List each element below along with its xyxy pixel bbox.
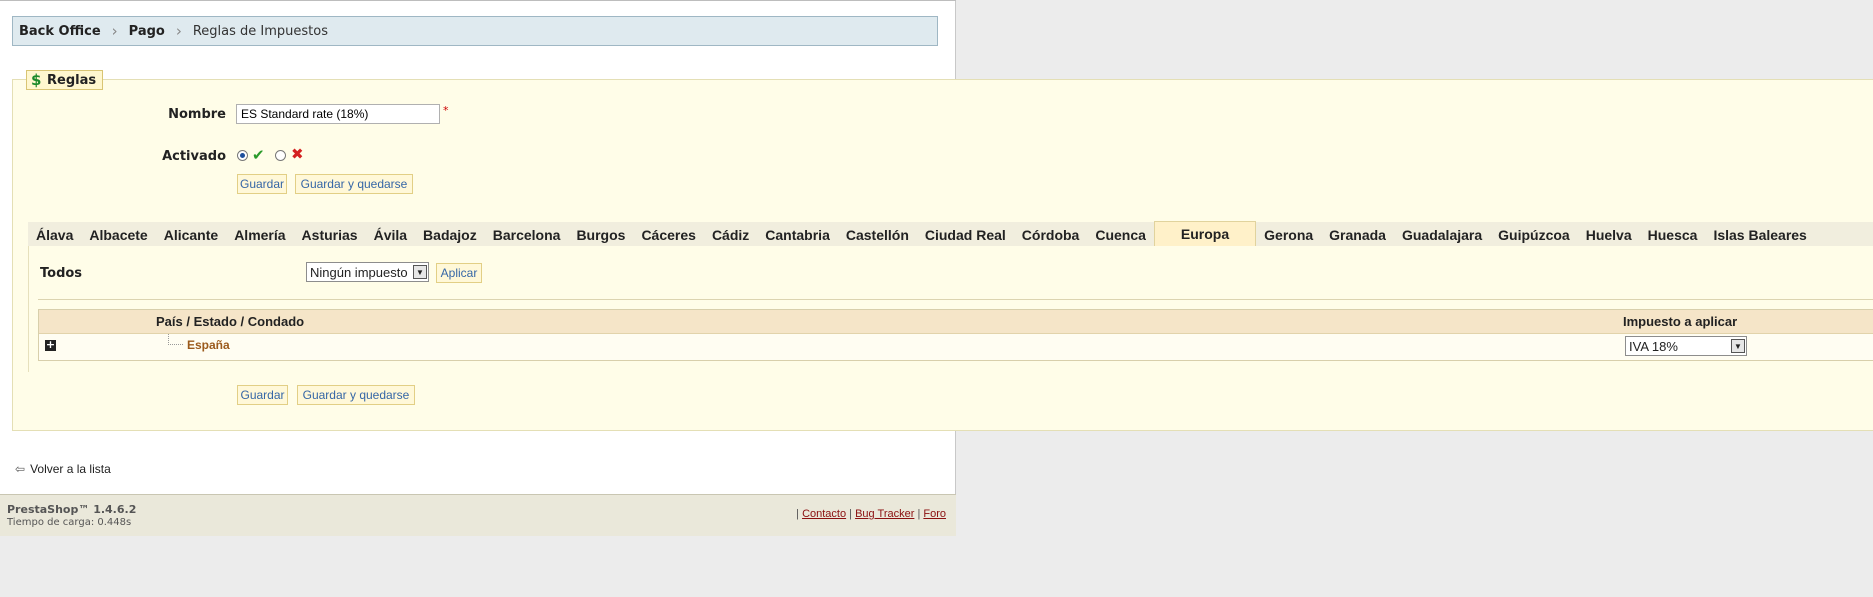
tab-cadiz[interactable]: Cádiz: [704, 223, 757, 246]
tab-badajoz[interactable]: Badajoz: [415, 223, 485, 246]
chevron-right-icon: ›: [175, 21, 182, 40]
required-mark: *: [443, 104, 449, 117]
chevron-right-icon: ›: [111, 21, 118, 40]
cross-icon: ✖: [291, 145, 304, 163]
tab-cuenca[interactable]: Cuenca: [1087, 223, 1154, 246]
footer: PrestaShop™ 1.4.6.2 Tiempo de carga: 0.4…: [0, 494, 956, 536]
tab-avila[interactable]: Ávila: [366, 223, 415, 246]
footer-link-foro[interactable]: Foro: [923, 508, 946, 520]
table-header: País / Estado / Condado Impuesto a aplic…: [39, 310, 1873, 334]
breadcrumb-back-office[interactable]: Back Office: [19, 24, 101, 39]
tab-alava[interactable]: Álava: [28, 223, 81, 246]
save-button[interactable]: Guardar: [237, 174, 287, 194]
breadcrumb: Back Office › Pago › Reglas de Impuestos: [12, 16, 938, 46]
check-icon: ✔: [252, 146, 265, 164]
save-stay-button-bottom[interactable]: Guardar y quedarse: [297, 385, 415, 405]
tab-granada[interactable]: Granada: [1321, 223, 1394, 246]
tab-huesca[interactable]: Huesca: [1640, 223, 1706, 246]
tab-gerona[interactable]: Gerona: [1256, 223, 1321, 246]
footer-separator: |: [917, 508, 921, 520]
tab-burgos[interactable]: Burgos: [568, 223, 633, 246]
top-divider: [0, 0, 956, 1]
section-legend-label: Reglas: [47, 72, 97, 88]
country-name: España: [187, 338, 230, 352]
apply-button[interactable]: Aplicar: [436, 263, 482, 283]
footer-brand: PrestaShop™ 1.4.6.2: [7, 503, 137, 516]
row-tax-select-value: IVA 18%: [1629, 338, 1678, 354]
tab-europa[interactable]: Europa: [1153, 221, 1257, 246]
name-label: Nombre: [168, 107, 226, 122]
tab-albacete[interactable]: Albacete: [81, 223, 155, 246]
col-country-header: País / Estado / Condado: [156, 314, 305, 329]
tab-guipuzcoa[interactable]: Guipúzcoa: [1490, 223, 1578, 246]
footer-link-bug-tracker[interactable]: Bug Tracker: [855, 508, 914, 520]
breadcrumb-current: Reglas de Impuestos: [192, 23, 328, 39]
save-button-bottom[interactable]: Guardar: [237, 385, 288, 405]
tab-islas-baleares[interactable]: Islas Baleares: [1705, 223, 1814, 246]
tab-almeria[interactable]: Almería: [226, 223, 293, 246]
chevron-down-icon: ▼: [413, 265, 427, 279]
bulk-tax-select[interactable]: Ningún impuesto ▼: [306, 262, 429, 282]
back-arrow-icon: ⇦: [15, 462, 26, 476]
tab-ciudad-real[interactable]: Ciudad Real: [917, 223, 1014, 246]
bulk-label: Todos: [40, 266, 83, 281]
province-tabs: Álava Albacete Alicante Almería Asturias…: [28, 221, 1873, 247]
section-legend: $ Reglas: [26, 70, 104, 90]
tab-alicante[interactable]: Alicante: [156, 223, 226, 246]
back-to-list-label: Volver a la lista: [30, 462, 111, 476]
col-tax-header: Impuesto a aplicar: [1623, 314, 1738, 329]
footer-link-contacto[interactable]: Contacto: [802, 508, 846, 520]
save-stay-button[interactable]: Guardar y quedarse: [295, 174, 413, 194]
tab-cordoba[interactable]: Córdoba: [1014, 223, 1088, 246]
table-row: + España IVA 18% ▼: [39, 333, 1873, 359]
tab-caceres[interactable]: Cáceres: [633, 223, 704, 246]
active-yes-radio[interactable]: [237, 150, 248, 161]
expand-plus-icon[interactable]: +: [45, 339, 56, 351]
footer-links: | Contacto | Bug Tracker | Foro: [796, 508, 946, 520]
tab-cantabria[interactable]: Cantabria: [757, 223, 838, 246]
tree-connector: [168, 334, 183, 345]
tab-castellon[interactable]: Castellón: [838, 223, 917, 246]
footer-load-time: Tiempo de carga: 0.448s: [7, 517, 132, 528]
tab-huelva[interactable]: Huelva: [1578, 223, 1640, 246]
chevron-down-icon: ▼: [1731, 339, 1745, 353]
row-tax-select[interactable]: IVA 18% ▼: [1625, 336, 1747, 356]
divider: [38, 299, 1873, 300]
footer-separator: |: [849, 508, 853, 520]
bulk-tax-select-value: Ningún impuesto: [310, 264, 408, 280]
tab-asturias[interactable]: Asturias: [294, 223, 366, 246]
tab-guadalajara[interactable]: Guadalajara: [1394, 223, 1490, 246]
footer-separator: |: [796, 508, 799, 520]
tax-table: País / Estado / Condado Impuesto a aplic…: [38, 309, 1873, 361]
active-no-radio[interactable]: [275, 150, 286, 161]
tab-barcelona[interactable]: Barcelona: [485, 223, 569, 246]
back-to-list-link[interactable]: ⇦ Volver a la lista: [15, 462, 111, 476]
breadcrumb-pago[interactable]: Pago: [129, 24, 165, 39]
name-input[interactable]: [236, 104, 440, 124]
dollar-icon: $: [31, 71, 42, 89]
active-label: Activado: [162, 149, 226, 164]
